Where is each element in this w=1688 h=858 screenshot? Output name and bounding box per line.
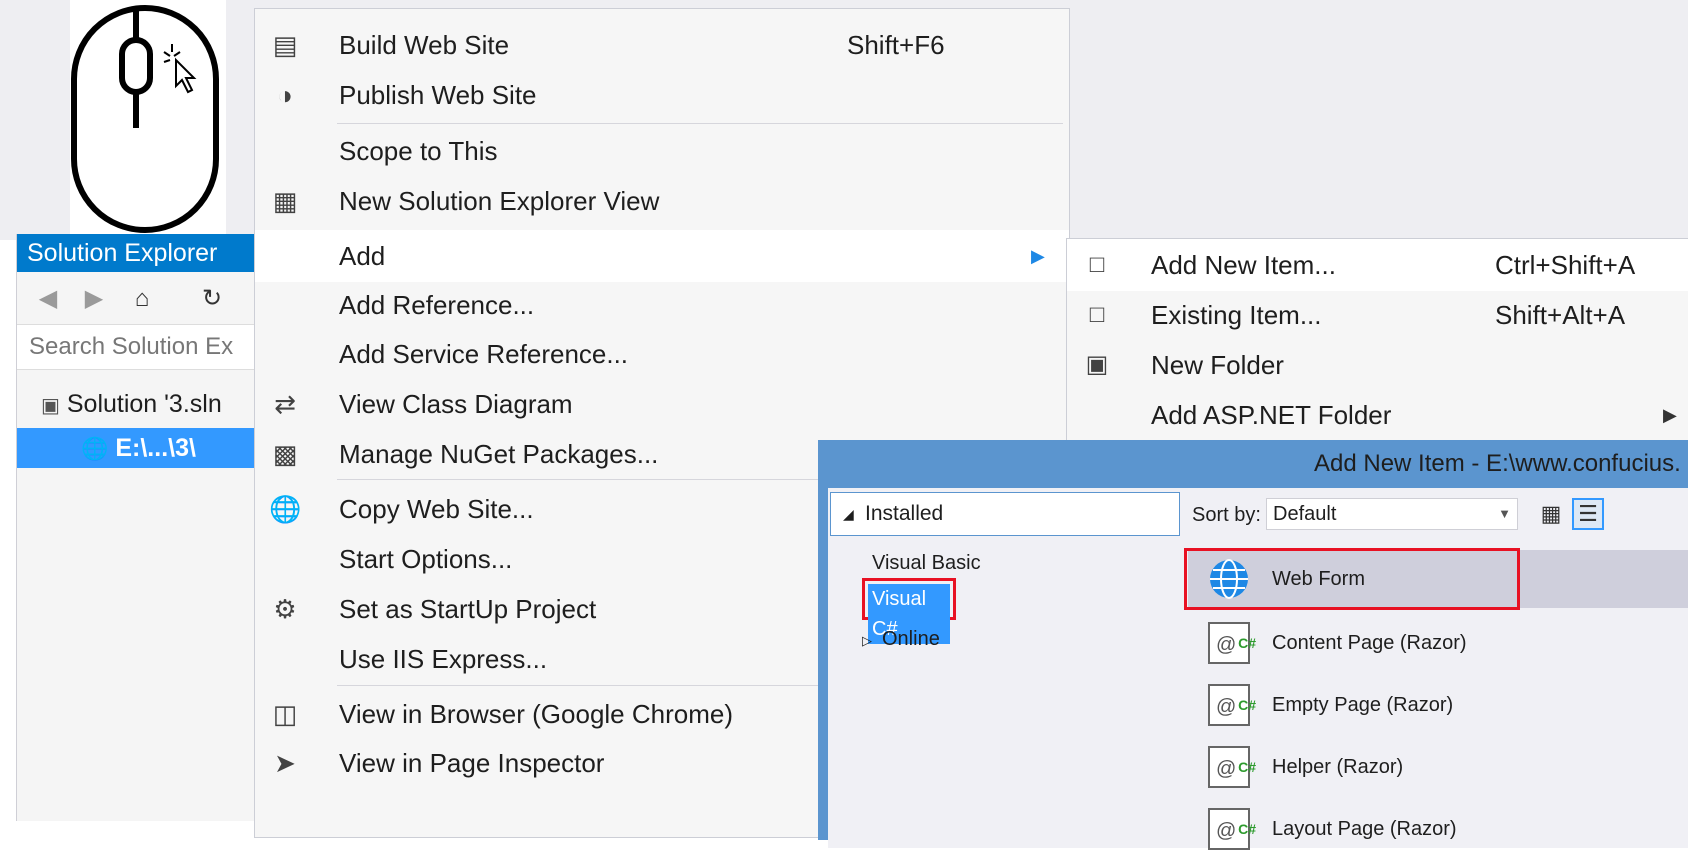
menu-item-label: Set as StartUp Project <box>339 594 597 624</box>
dialog-body: ◢ Installed Visual Basic Visual C# ▷ Onli… <box>828 488 1688 850</box>
copy-web-icon: 🌐 <box>269 494 302 524</box>
menu-item-view-class-diagram[interactable]: ⇄ View Class Diagram <box>255 378 1069 430</box>
tree-node-label: Online <box>882 628 940 650</box>
solution-explorer-title: Solution Explorer <box>17 234 257 272</box>
menu-item-label: Manage NuGet Packages... <box>339 439 659 469</box>
inspector-icon: ➤ <box>274 748 296 778</box>
new-view-icon: ▦ <box>272 186 298 216</box>
menu-item-label: Build Web Site <box>339 30 510 60</box>
menu-item-shortcut: Ctrl+Shift+A <box>1495 250 1636 280</box>
template-item-empty-page-razor[interactable]: @ C# Empty Page (Razor) <box>1188 676 1688 734</box>
existing-item-icon: □ <box>1089 301 1105 328</box>
class-diagram-icon: ⇄ <box>274 389 296 419</box>
publish-icon: ◑ <box>277 80 293 110</box>
new-folder-icon: ▣ <box>1085 351 1109 378</box>
collapsed-triangle-icon: ▷ <box>862 633 872 648</box>
submenu-item-add-new-item[interactable]: □ Add New Item... Ctrl+Shift+A <box>1067 239 1688 291</box>
new-item-icon: □ <box>1089 251 1105 278</box>
browser-icon: ◫ <box>272 699 298 729</box>
menu-item-label: New Solution Explorer View <box>339 186 660 216</box>
tree-node-label: Installed <box>865 502 944 525</box>
template-category-tree: ◢ Installed Visual Basic Visual C# ▷ Onli… <box>828 488 1180 848</box>
menu-item-label: Add Service Reference... <box>339 339 629 369</box>
tree-item-solution[interactable]: ▣ Solution '3.sln <box>17 384 281 424</box>
back-icon[interactable]: ◀ <box>33 284 63 314</box>
menu-item-build-web-site[interactable]: ▤ Build Web Site Shift+F6 <box>255 19 1069 71</box>
menu-item-label: Existing Item... <box>1151 300 1322 330</box>
template-item-content-page-razor[interactable]: @ C# Content Page (Razor) <box>1188 614 1688 672</box>
menu-item-add-reference[interactable]: Add Reference... <box>255 279 1069 331</box>
template-label: Content Page (Razor) <box>1272 632 1467 654</box>
menu-item-publish-web-site[interactable]: ◑ Publish Web Site <box>255 69 1069 121</box>
menu-item-new-solution-explorer-view[interactable]: ▦ New Solution Explorer View <box>255 175 1069 227</box>
grid-view-icon[interactable]: ▦ <box>1536 498 1566 530</box>
sort-by-value: Default <box>1273 503 1337 525</box>
sort-by-label: Sort by: <box>1192 504 1261 526</box>
menu-item-shortcut: Shift+Alt+A <box>1495 300 1626 330</box>
tree-item-label: E:\...\3\ <box>115 434 196 462</box>
add-submenu: □ Add New Item... Ctrl+Shift+A □ Existin… <box>1066 238 1688 448</box>
template-label: Empty Page (Razor) <box>1272 694 1454 716</box>
menu-item-label: View Class Diagram <box>339 389 573 419</box>
razor-page-icon: @ C# <box>1208 746 1256 788</box>
sync-icon[interactable]: ↻ <box>197 284 227 314</box>
add-new-item-dialog: Add New Item - E:\www.confucius. ◢ Insta… <box>818 440 1688 850</box>
submenu-arrow-icon: ▶ <box>1663 405 1677 425</box>
solution-explorer-panel: Solution Explorer ◀ ▶ ⌂ ↻ Search Solutio… <box>16 234 321 821</box>
gear-icon: ⚙ <box>273 594 297 624</box>
expanded-triangle-icon: ◢ <box>843 506 854 522</box>
home-icon[interactable]: ⌂ <box>127 284 157 314</box>
mouse-illustration <box>70 0 226 252</box>
web-project-icon: 🌐 <box>81 436 109 461</box>
menu-item-label: Add <box>339 241 386 271</box>
template-item-layout-page-razor[interactable]: @ C# Layout Page (Razor) <box>1188 800 1688 858</box>
template-list-pane: Sort by: Default ▼ ▦ ☰ Web Form @ C# Con… <box>1180 488 1688 850</box>
menu-item-label: View in Page Inspector <box>339 748 605 778</box>
template-label: Layout Page (Razor) <box>1272 818 1457 840</box>
razor-page-icon: @ C# <box>1208 808 1256 850</box>
menu-item-scope-to-this[interactable]: Scope to This <box>255 125 1069 177</box>
submenu-item-add-aspnet-folder[interactable]: Add ASP.NET Folder ▶ <box>1067 389 1688 441</box>
solution-icon: ▣ <box>41 395 60 417</box>
solution-explorer-toolbar: ◀ ▶ ⌂ ↻ <box>17 272 257 324</box>
menu-item-shortcut: Shift+F6 <box>847 30 945 60</box>
menu-item-label: View in Browser (Google Chrome) <box>339 699 733 729</box>
submenu-item-new-folder[interactable]: ▣ New Folder <box>1067 339 1688 391</box>
menu-item-label: Copy Web Site... <box>339 494 534 524</box>
mouse-right-click-icon <box>71 5 219 233</box>
sort-by-select[interactable]: Default ▼ <box>1266 498 1518 530</box>
menu-item-label: Add ASP.NET Folder <box>1151 400 1392 430</box>
tree-node-visual-csharp[interactable]: Visual C# <box>862 578 956 644</box>
tree-item-label: Solution '3.sln <box>66 390 222 418</box>
forward-icon[interactable]: ▶ <box>79 284 109 314</box>
chevron-down-icon: ▼ <box>1498 506 1511 521</box>
nuget-icon: ▩ <box>272 439 298 469</box>
template-item-helper-razor[interactable]: @ C# Helper (Razor) <box>1188 738 1688 796</box>
submenu-item-existing-item[interactable]: □ Existing Item... Shift+Alt+A <box>1067 289 1688 341</box>
menu-item-label: Scope to This <box>339 136 498 166</box>
dialog-title: Add New Item - E:\www.confucius. <box>1314 450 1681 477</box>
tree-node-online[interactable]: ▷ Online <box>862 624 940 656</box>
submenu-arrow-icon: ▶ <box>1031 246 1045 266</box>
menu-item-label: New Folder <box>1151 350 1284 380</box>
menu-item-label: Use IIS Express... <box>339 644 548 674</box>
list-view-icon[interactable]: ☰ <box>1572 498 1604 530</box>
tree-node-visual-basic[interactable]: Visual Basic <box>872 548 981 578</box>
search-solution-explorer-input[interactable]: Search Solution Ex <box>17 324 257 370</box>
menu-item-label: Add New Item... <box>1151 250 1336 280</box>
razor-page-icon: @ C# <box>1208 622 1256 664</box>
menu-item-add-service-reference[interactable]: Add Service Reference... <box>255 328 1069 380</box>
highlight-box <box>1184 548 1520 610</box>
menu-separator <box>337 123 1063 124</box>
razor-page-icon: @ C# <box>1208 684 1256 726</box>
menu-item-label: Start Options... <box>339 544 513 574</box>
tree-node-installed[interactable]: ◢ Installed <box>830 492 1180 536</box>
template-label: Helper (Razor) <box>1272 756 1404 778</box>
menu-item-label: Add Reference... <box>339 290 535 320</box>
menu-item-label: Publish Web Site <box>339 80 537 110</box>
menu-item-add[interactable]: Add ▶ <box>255 230 1069 282</box>
build-icon: ▤ <box>272 30 298 60</box>
